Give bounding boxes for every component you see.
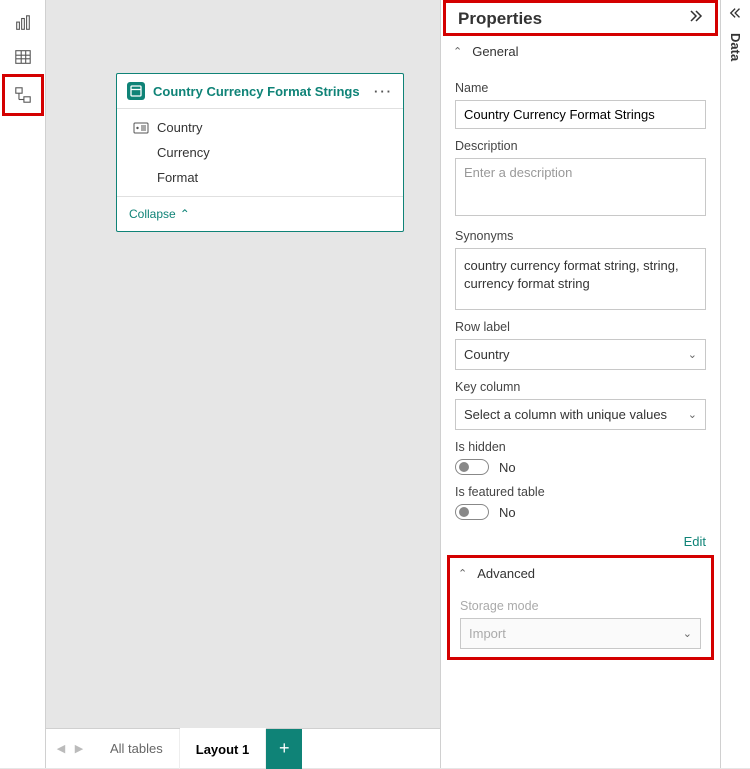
field-row[interactable]: Currency	[133, 140, 393, 165]
field-row[interactable]: Country	[133, 115, 393, 140]
tab-all-tables[interactable]: All tables	[94, 729, 180, 769]
report-view-button[interactable]	[0, 6, 46, 40]
key-column-label: Key column	[455, 380, 706, 394]
is-featured-value: No	[499, 505, 516, 520]
data-view-button[interactable]	[0, 40, 46, 74]
tab-layout-1[interactable]: Layout 1	[180, 728, 266, 768]
key-column-select[interactable]: Select a column with unique values ⌄	[455, 399, 706, 430]
field-name: Format	[157, 170, 198, 185]
expand-icon[interactable]	[687, 8, 703, 29]
view-rail	[0, 0, 46, 768]
description-label: Description	[455, 139, 706, 153]
chevron-down-icon: ⌄	[688, 348, 697, 361]
chevron-up-icon: ⌃	[453, 45, 462, 58]
data-pane-collapsed[interactable]: Data	[720, 0, 750, 768]
layout-tabs-bar: ◀ ▶ All tables Layout 1 +	[46, 728, 440, 768]
key-field-icon	[133, 122, 149, 134]
field-name: Currency	[157, 145, 210, 160]
is-hidden-toggle[interactable]	[455, 459, 489, 475]
storage-mode-select: Import ⌄	[460, 618, 701, 649]
chevron-up-icon: ⌃	[180, 207, 190, 221]
advanced-section-header[interactable]: ⌃ Advanced	[450, 558, 711, 589]
properties-pane: Properties ⌃ General Name Description Sy…	[440, 0, 720, 768]
description-input[interactable]	[455, 158, 706, 216]
model-view-button[interactable]	[2, 74, 44, 116]
name-label: Name	[455, 81, 706, 95]
general-section-title: General	[472, 44, 518, 59]
is-featured-toggle[interactable]	[455, 504, 489, 520]
collapse-button[interactable]: Collapse ⌃	[117, 196, 403, 231]
storage-mode-value: Import	[469, 626, 506, 641]
table-card[interactable]: Country Currency Format Strings ··· Coun…	[116, 73, 404, 232]
field-row[interactable]: Format	[133, 165, 393, 190]
is-featured-label: Is featured table	[455, 485, 706, 499]
table-card-header[interactable]: Country Currency Format Strings ···	[117, 74, 403, 109]
general-section: Name Description Synonyms country curren…	[441, 67, 720, 524]
table-fields: Country Currency Format	[117, 109, 403, 196]
key-column-placeholder: Select a column with unique values	[464, 407, 667, 422]
tab-prev-button[interactable]: ◀	[52, 734, 70, 764]
row-label-select[interactable]: Country ⌄	[455, 339, 706, 370]
tab-next-button[interactable]: ▶	[70, 734, 88, 764]
properties-title: Properties	[458, 9, 542, 29]
data-pane-title: Data	[728, 33, 743, 61]
row-label-value: Country	[464, 347, 510, 362]
row-label-label: Row label	[455, 320, 706, 334]
storage-mode-label: Storage mode	[460, 599, 701, 613]
advanced-section: Storage mode Import ⌄	[450, 599, 711, 649]
add-layout-button[interactable]: +	[266, 729, 302, 769]
edit-link[interactable]: Edit	[441, 524, 720, 553]
synonyms-label: Synonyms	[455, 229, 706, 243]
is-hidden-label: Is hidden	[455, 440, 706, 454]
general-section-header[interactable]: ⌃ General	[441, 36, 720, 67]
collapse-label: Collapse	[129, 207, 176, 221]
chevron-down-icon: ⌄	[683, 627, 692, 640]
table-icon	[127, 82, 145, 100]
chevron-up-icon: ⌃	[458, 567, 467, 580]
model-canvas[interactable]: Country Currency Format Strings ··· Coun…	[46, 0, 440, 728]
table-card-more-icon[interactable]: ···	[374, 84, 393, 99]
collapse-icon[interactable]	[729, 6, 743, 23]
table-card-title: Country Currency Format Strings	[153, 84, 366, 99]
is-hidden-value: No	[499, 460, 516, 475]
field-name: Country	[157, 120, 203, 135]
properties-header[interactable]: Properties	[446, 3, 715, 33]
chevron-down-icon: ⌄	[688, 408, 697, 421]
synonyms-input[interactable]: country currency format string, string, …	[455, 248, 706, 310]
advanced-section-title: Advanced	[477, 566, 535, 581]
name-input[interactable]	[455, 100, 706, 129]
